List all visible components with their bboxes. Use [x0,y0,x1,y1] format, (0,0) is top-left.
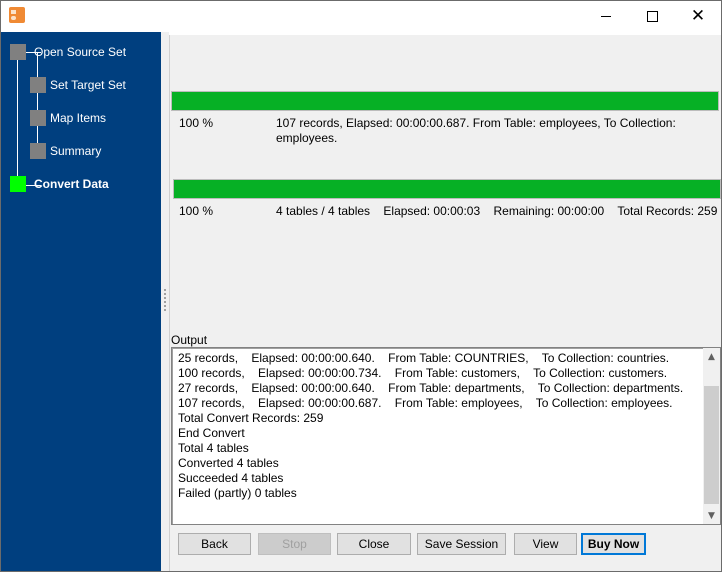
buy-now-button[interactable]: Buy Now [581,533,646,555]
output-line: 107 records, Elapsed: 00:00:00.687. From… [178,396,673,410]
minimize-button[interactable] [583,1,629,32]
minimize-icon [601,16,611,17]
view-button[interactable]: View [514,533,577,555]
app-icon [9,7,25,23]
step-label: Summary [50,144,102,158]
output-line: Total Convert Records: 259 [178,411,324,425]
title-bar: ✕ [1,1,721,32]
table-progress-percent: 100 % [179,116,214,130]
convert-panel: 100 % 107 records, Elapsed: 00:00:00.687… [169,35,721,571]
step-indicator-icon [30,110,46,126]
table-progress-bar [171,91,719,111]
app-window: ✕ Open Source Set Set Target Set Map Ite… [0,0,722,572]
step-convert-data: Convert Data [10,176,109,192]
wizard-steps-sidebar: Open Source Set Set Target Set Map Items… [1,32,161,571]
table-progress-info: 107 records, Elapsed: 00:00:00.687. From… [276,116,676,145]
step-indicator-icon [10,176,26,192]
scroll-down-icon[interactable]: ▼ [703,507,720,524]
maximize-icon [646,11,658,22]
close-window-button[interactable]: ✕ [675,1,721,32]
output-line: Succeeded 4 tables [178,471,284,485]
total-progress-fill [174,180,720,198]
close-icon: ✕ [690,6,706,26]
output-line: Total 4 tables [178,441,249,455]
output-line: 27 records, Elapsed: 00:00:00.640. From … [178,381,684,395]
tree-line-main [17,60,18,186]
output-lines: 25 records, Elapsed: 00:00:00.640. From … [178,351,698,501]
step-label: Map Items [50,111,107,125]
stop-button[interactable]: Stop [258,533,331,555]
output-label: Output [171,333,208,347]
output-line: Converted 4 tables [178,456,279,470]
tree-line-branch [37,52,38,152]
maximize-button[interactable] [629,1,675,32]
output-log[interactable]: 25 records, Elapsed: 00:00:00.640. From … [171,347,721,525]
save-session-button[interactable]: Save Session [417,533,506,555]
back-button[interactable]: Back [178,533,251,555]
table-progress-fill [172,92,718,110]
output-line: 25 records, Elapsed: 00:00:00.640. From … [178,351,670,365]
step-summary: Summary [30,143,101,159]
step-map-items: Map Items [30,110,106,126]
output-line: End Convert [178,426,245,440]
scroll-thumb[interactable] [704,386,719,504]
step-label: Open Source Set [34,45,127,59]
step-label: Set Target Set [50,78,126,92]
output-line: 100 records, Elapsed: 00:00:00.734. From… [178,366,668,380]
step-indicator-icon [10,44,26,60]
splitter-grip-icon[interactable] [164,289,166,311]
step-set-target-set: Set Target Set [30,77,126,93]
close-button[interactable]: Close [337,533,411,555]
output-scrollbar[interactable]: ▲ ▼ [703,348,720,524]
scroll-up-icon[interactable]: ▲ [703,348,720,365]
total-progress-percent: 100 % [179,204,214,218]
step-indicator-icon [30,143,46,159]
total-progress-info: 4 tables / 4 tables Elapsed: 00:00:03 Re… [276,204,718,218]
total-progress-bar [173,179,721,199]
step-label: Convert Data [34,177,109,191]
step-indicator-icon [30,77,46,93]
step-open-source-set: Open Source Set [10,44,126,60]
output-line: Failed (partly) 0 tables [178,486,297,500]
